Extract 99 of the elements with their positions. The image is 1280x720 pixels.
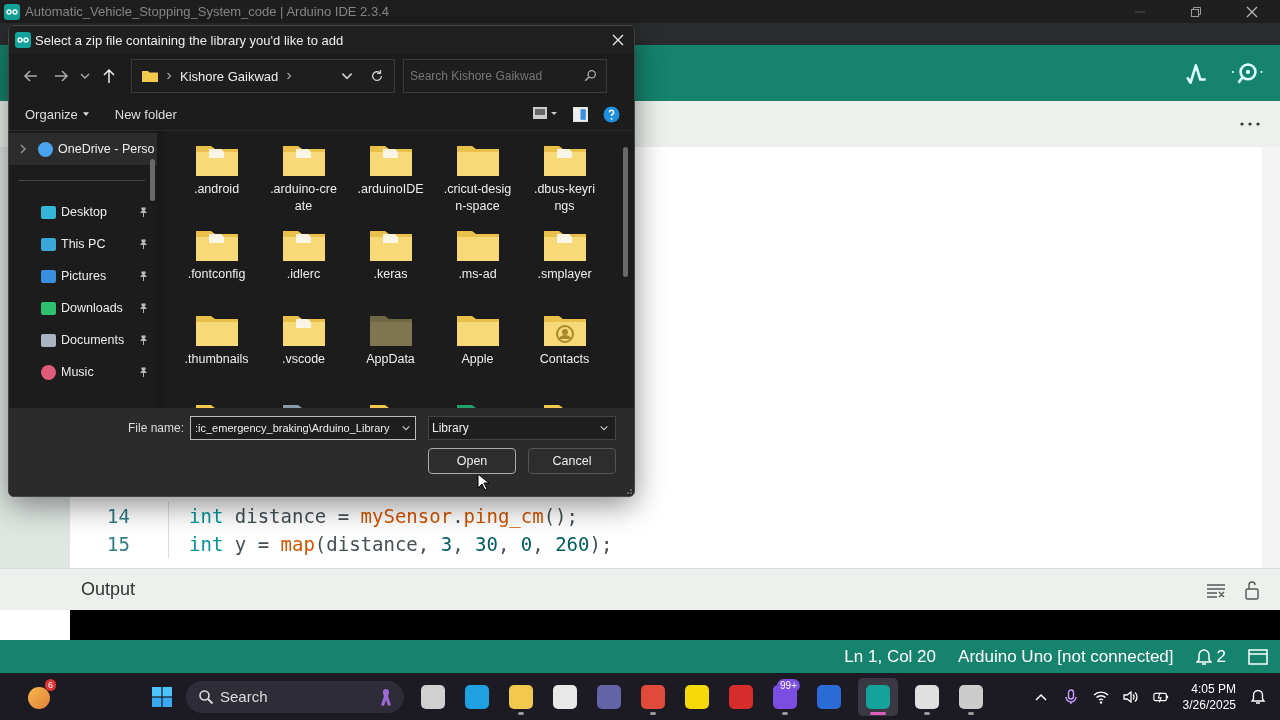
- folder-icon[interactable]: [281, 313, 326, 347]
- panel-toggle-icon[interactable]: [1248, 648, 1268, 665]
- search-icon: [584, 69, 597, 82]
- file-name-field[interactable]: :ic_emergency_braking\Arduino_Library: [190, 416, 416, 440]
- file-type-dropdown[interactable]: Library: [428, 416, 616, 440]
- back-arrow-icon[interactable]: [23, 68, 39, 84]
- folder-name[interactable]: Apple: [461, 351, 494, 368]
- app-logo-icon: [4, 3, 20, 20]
- search-field[interactable]: Search: [186, 680, 404, 713]
- up-arrow-icon[interactable]: [101, 68, 117, 84]
- pin-icon[interactable]: [138, 302, 149, 314]
- folder-icon[interactable]: [281, 228, 326, 262]
- folder-icon[interactable]: [542, 143, 587, 177]
- folder-name[interactable]: AppData: [366, 351, 415, 368]
- chevron-down-icon: [599, 423, 609, 433]
- pin-icon[interactable]: [138, 238, 149, 250]
- search-icon: [198, 688, 214, 705]
- resize-grip-icon[interactable]: [624, 486, 632, 494]
- refresh-icon[interactable]: [370, 69, 384, 83]
- nav-item[interactable]: Desktop: [9, 196, 157, 228]
- cancel-button[interactable]: Cancel: [528, 448, 616, 474]
- close-icon[interactable]: [1246, 5, 1258, 18]
- chevron-right-icon[interactable]: [166, 71, 172, 81]
- scrollbar[interactable]: [150, 159, 155, 201]
- nav-item[interactable]: Pictures: [9, 260, 157, 292]
- folder-name[interactable]: .cricut-design-space: [443, 181, 512, 215]
- cursor-position[interactable]: Ln 1, Col 20: [844, 646, 937, 667]
- folder-icon[interactable]: [281, 143, 326, 177]
- line-number: 15: [70, 530, 169, 558]
- nav-item[interactable]: This PC: [9, 228, 157, 260]
- folder-icon[interactable]: [194, 143, 239, 177]
- folder-name[interactable]: .fontconfig: [187, 266, 246, 283]
- folder-icon[interactable]: [542, 313, 587, 347]
- folder-name[interactable]: .smplayer: [537, 266, 592, 283]
- new-folder-button[interactable]: New folder: [108, 102, 183, 126]
- folder-icon[interactable]: [542, 228, 587, 262]
- notification-bell-icon[interactable]: [1250, 688, 1266, 705]
- organize-button[interactable]: Organize: [19, 102, 95, 126]
- folder-name[interactable]: .arduino-create: [269, 181, 338, 215]
- folder-name[interactable]: .arduinoIDE: [357, 181, 424, 198]
- line-number: 14: [70, 502, 169, 530]
- preview-pane-icon[interactable]: [572, 105, 589, 123]
- open-button[interactable]: Open: [428, 448, 516, 474]
- folder-name[interactable]: .vscode: [281, 351, 326, 368]
- folder-icon[interactable]: [455, 228, 500, 262]
- nav-item[interactable]: Documents: [9, 324, 157, 356]
- more-icon[interactable]: [1240, 122, 1260, 126]
- folder-name[interactable]: .ms-ad: [458, 266, 497, 283]
- caret-icon: [82, 112, 89, 116]
- forward-arrow-icon[interactable]: [53, 68, 69, 84]
- view-icon[interactable]: [532, 106, 558, 122]
- scrollbar[interactable]: [623, 147, 628, 277]
- nav-item[interactable]: OneDrive - Perso: [9, 133, 157, 165]
- board-status[interactable]: Arduino Uno [not connected]: [958, 646, 1174, 667]
- pin-icon[interactable]: [138, 334, 149, 346]
- notification-badge: 99+: [777, 678, 800, 692]
- ribbon-icon[interactable]: [380, 686, 392, 707]
- code-line: int y = map(distance, 3, 30, 0, 260);: [188, 533, 613, 555]
- notification-badge: 6: [45, 678, 56, 691]
- pin-icon[interactable]: [138, 270, 149, 282]
- nav-item[interactable]: Downloads: [9, 292, 157, 324]
- expand-icon[interactable]: [19, 143, 27, 155]
- microphone-icon[interactable]: [1062, 688, 1079, 705]
- folder-name[interactable]: .android: [193, 181, 240, 198]
- folder-icon: [142, 70, 158, 82]
- help-icon[interactable]: [603, 105, 620, 123]
- chevron-down-icon[interactable]: [401, 423, 411, 433]
- folder-icon[interactable]: [194, 228, 239, 262]
- folder-name[interactable]: .idlerc: [286, 266, 321, 283]
- search-field[interactable]: Search Kishore Gaikwad: [403, 59, 607, 93]
- bell-icon: [1195, 647, 1212, 666]
- folder-icon[interactable]: [368, 228, 413, 262]
- code-line: int distance = mySensor.ping_cm();: [188, 505, 578, 527]
- mouse-cursor-icon: [477, 473, 489, 491]
- breadcrumb-item[interactable]: Kishore Gaikwad: [180, 68, 279, 84]
- lock-icon[interactable]: [1242, 579, 1262, 600]
- folder-name[interactable]: .dbus-keyrings: [530, 181, 599, 215]
- chevron-right-icon[interactable]: [286, 71, 293, 81]
- folder-icon[interactable]: [368, 143, 413, 177]
- panel-title: Output: [81, 579, 136, 600]
- pin-icon[interactable]: [138, 366, 149, 378]
- folder-icon[interactable]: [455, 313, 500, 347]
- notifications-button[interactable]: 2: [1195, 646, 1226, 667]
- pin-icon[interactable]: [138, 206, 149, 218]
- file-name-label: File name:: [127, 421, 184, 435]
- start-icon[interactable]: [152, 686, 172, 707]
- clock-date[interactable]: 3/26/2025: [1182, 696, 1236, 713]
- folder-icon[interactable]: [194, 313, 239, 347]
- volume-icon[interactable]: [1122, 688, 1139, 705]
- app-logo-icon: [15, 32, 31, 48]
- window-title: Automatic_Vehicle_Stopping_System_code | Arduino IDE 2.3.4: [25, 4, 389, 19]
- folder-name[interactable]: Contacts: [539, 351, 590, 368]
- clock-time[interactable]: 4:05 PM: [1191, 680, 1236, 697]
- folder-name[interactable]: .thumbnails: [184, 351, 249, 368]
- nav-item[interactable]: Music: [9, 356, 157, 388]
- folder-icon[interactable]: [455, 143, 500, 177]
- restore-icon[interactable]: [1190, 5, 1202, 18]
- folder-name[interactable]: .keras: [373, 266, 408, 283]
- dialog-title: Select a zip file containing the library you'd like to add: [35, 32, 344, 48]
